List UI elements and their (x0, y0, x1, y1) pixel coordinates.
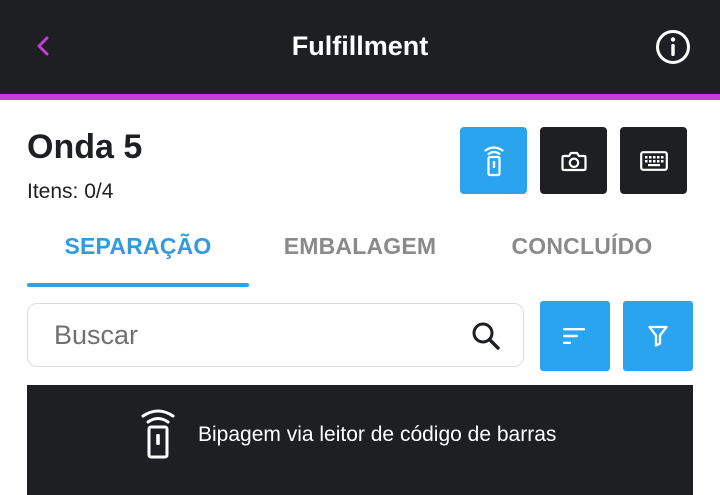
app-bar: Fulfillment (0, 0, 720, 94)
items-count: Itens: 0/4 (27, 180, 114, 203)
camera-mode-button[interactable] (540, 127, 607, 194)
keyboard-icon (639, 150, 668, 171)
barcode-scanner-icon (141, 409, 175, 459)
sort-icon (563, 328, 585, 344)
tab-separacao[interactable]: SEPARAÇÃO (27, 218, 249, 274)
keyboard-mode-button[interactable] (620, 127, 687, 194)
scanner-banner: Bipagem via leitor de código de barras (27, 385, 693, 495)
tab-concluido[interactable]: CONCLUÍDO (471, 218, 693, 274)
active-tab-indicator (27, 283, 249, 287)
filter-icon (648, 325, 668, 347)
sort-button[interactable] (540, 301, 610, 371)
tab-embalagem[interactable]: EMBALAGEM (249, 218, 471, 274)
barcode-scanner-icon (483, 145, 504, 176)
app-bar-accent-line (0, 94, 720, 100)
search-icon[interactable] (470, 320, 502, 352)
scanner-banner-text: Bipagem via leitor de código de barras (198, 423, 557, 446)
scanner-mode-button[interactable] (460, 127, 527, 194)
search-input[interactable] (54, 312, 454, 358)
search-box (27, 303, 524, 367)
wave-title: Onda 5 (27, 128, 143, 166)
page-title: Fulfillment (291, 31, 429, 61)
info-button[interactable] (654, 28, 692, 66)
tab-bar: SEPARAÇÃO EMBALAGEM CONCLUÍDO (27, 218, 693, 288)
filter-button[interactable] (623, 301, 693, 371)
info-circle-icon (656, 30, 690, 64)
camera-icon (560, 151, 587, 171)
